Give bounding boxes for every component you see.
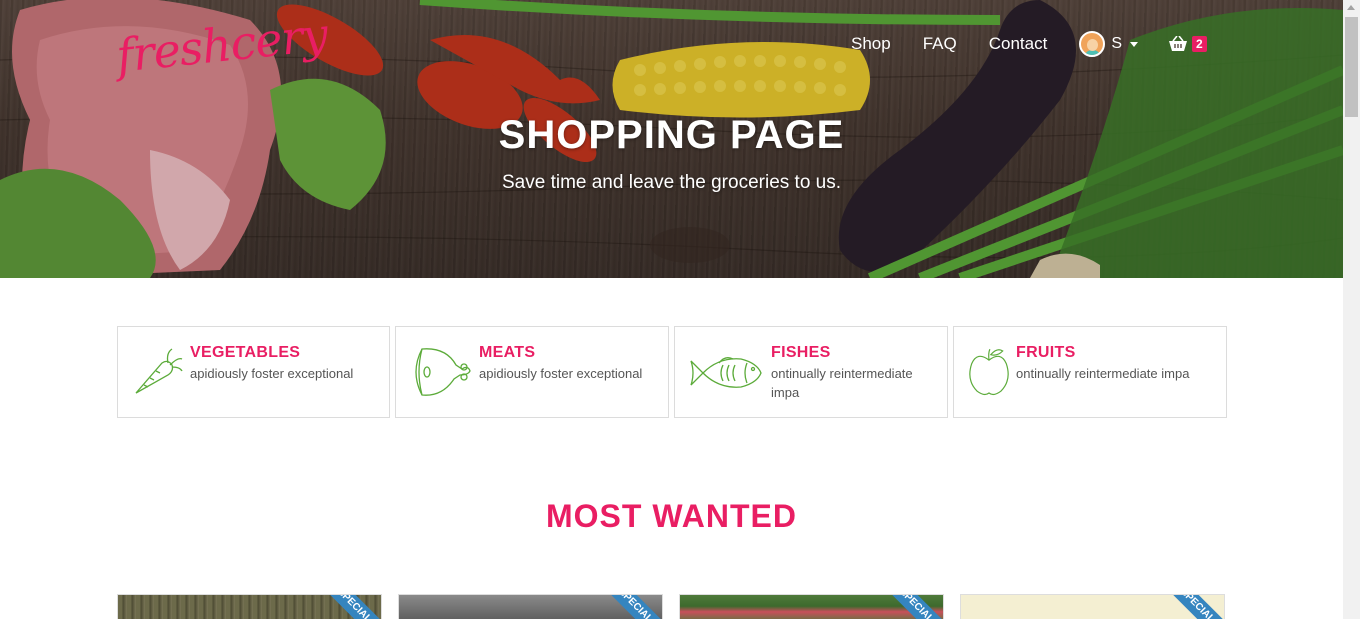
category-description: ontinually reintermediate impa: [771, 366, 913, 400]
avatar: [1079, 31, 1106, 57]
category-title: VEGETABLES: [190, 344, 301, 361]
category-title: FRUITS: [1016, 344, 1076, 361]
section-title-most-wanted: MOST WANTED: [546, 498, 797, 534]
page-scrollbar[interactable]: [1343, 0, 1360, 619]
chevron-down-icon: [1129, 41, 1138, 47]
product-card[interactable]: SPECIAL: [960, 594, 1225, 619]
user-initial: S: [1111, 35, 1122, 52]
product-card[interactable]: SPECIAL: [398, 594, 663, 619]
nav-link-shop[interactable]: Shop: [851, 34, 891, 54]
scrollbar-thumb[interactable]: [1345, 17, 1358, 117]
product-card[interactable]: SPECIAL: [117, 594, 382, 619]
category-card-fishes[interactable]: FISHES ontinually reintermediate impa: [674, 326, 948, 418]
apple-icon: [969, 348, 1009, 396]
main-nav: Shop FAQ Contact S 2: [851, 31, 1207, 57]
category-card-fruits[interactable]: FRUITS ontinually reintermediate impa: [953, 326, 1227, 418]
cart-button[interactable]: 2: [1168, 36, 1207, 52]
page-title: SHOPPING PAGE: [498, 113, 845, 157]
basket-icon: [1168, 36, 1187, 51]
category-description: ontinually reintermediate impa: [1016, 366, 1190, 381]
category-description: apidiously foster exceptional: [479, 366, 643, 381]
page-subtitle: Save time and leave the groceries to us.: [501, 172, 842, 193]
nav-link-contact[interactable]: Contact: [989, 34, 1048, 54]
ham-icon: [415, 348, 471, 396]
category-card-meats[interactable]: MEATS apidiously foster exceptional: [395, 326, 669, 418]
carrot-icon: [135, 348, 183, 394]
category-description: apidiously foster exceptional: [190, 366, 354, 381]
product-card[interactable]: SPECIAL: [679, 594, 944, 619]
category-title: MEATS: [479, 344, 536, 361]
nav-link-faq[interactable]: FAQ: [923, 34, 957, 54]
user-menu-dropdown[interactable]: S: [1079, 31, 1138, 57]
category-title: FISHES: [771, 344, 831, 361]
category-list: VEGETABLES apidiously foster exceptional…: [117, 326, 1227, 418]
hero-banner: freshcery Shop FAQ Contact S 2 SHOPPING …: [0, 0, 1343, 278]
category-card-vegetables[interactable]: VEGETABLES apidiously foster exceptional: [117, 326, 390, 418]
scroll-up-arrow-icon[interactable]: [1347, 5, 1355, 10]
fish-icon: [690, 357, 762, 388]
cart-count-badge: 2: [1191, 36, 1207, 52]
